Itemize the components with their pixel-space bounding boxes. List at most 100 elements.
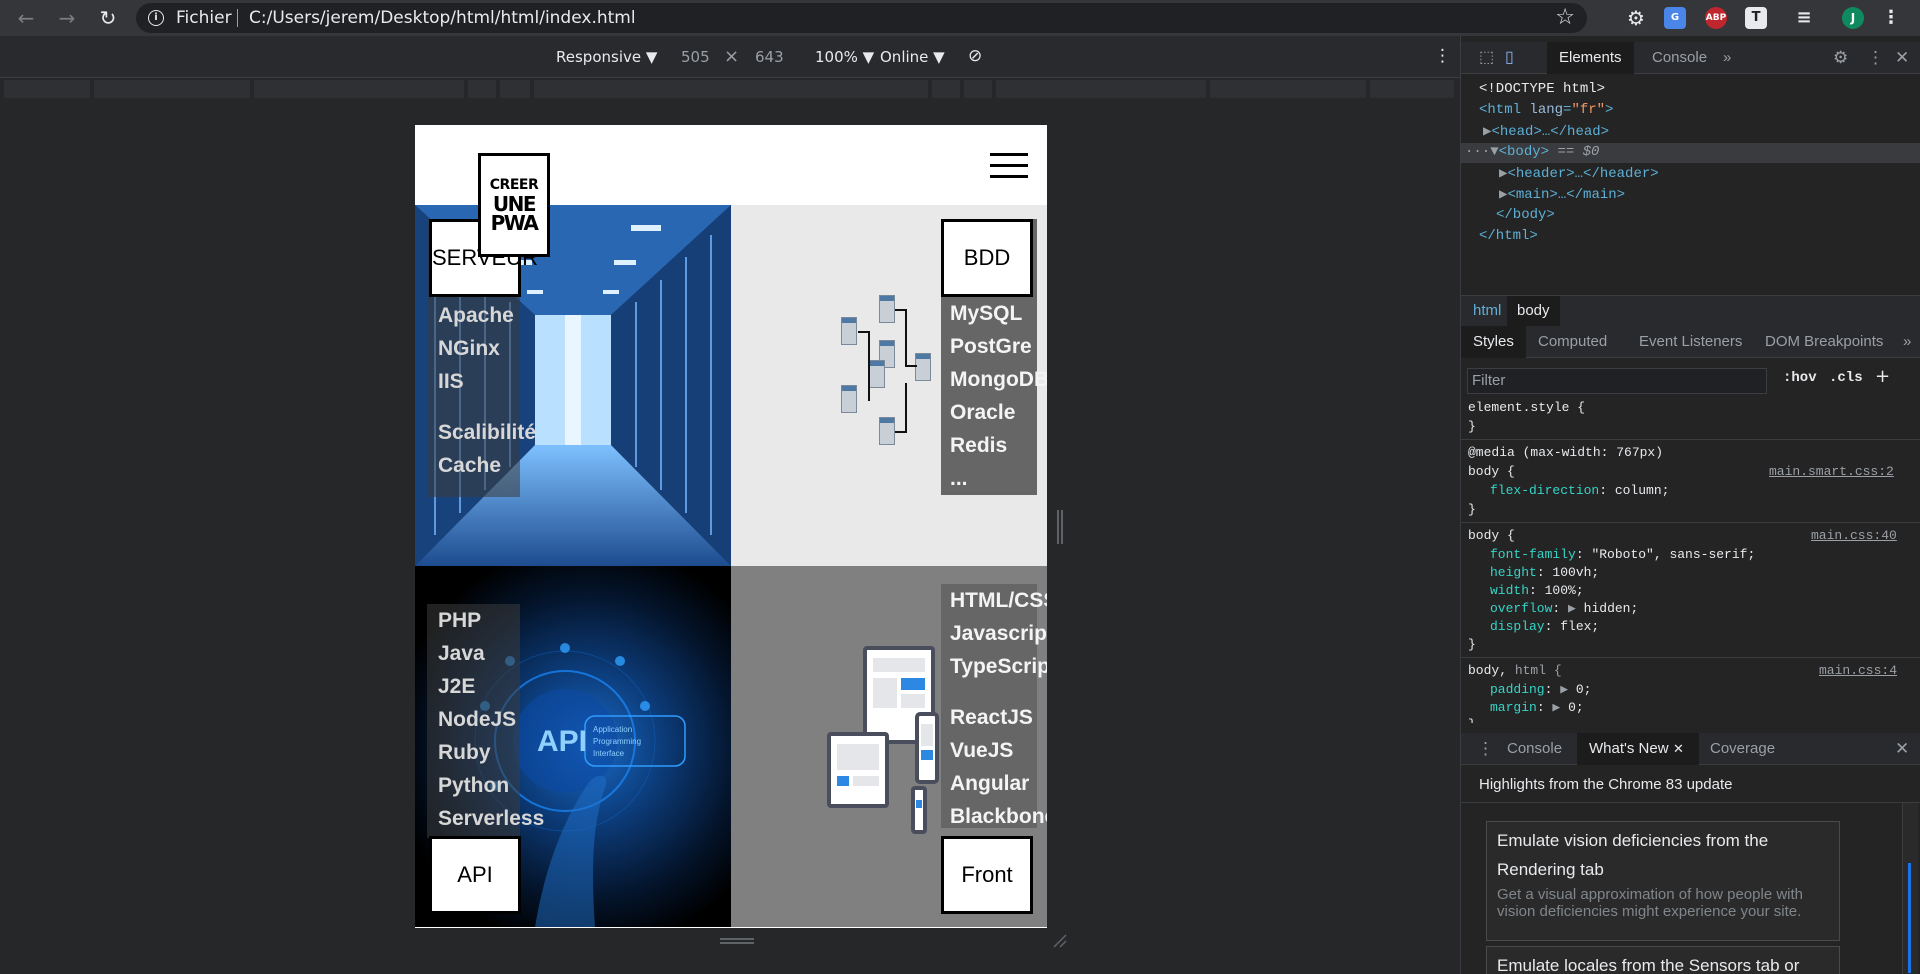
list-item: HTML/CSS [950,589,1047,612]
site-logo[interactable]: CREER UNE PWA [478,153,550,257]
source-link[interactable]: main.css:40 [1811,528,1897,543]
network-select[interactable]: Online ▼ [880,48,945,66]
card-title: Emulate vision deficiencies from the Ren… [1497,831,1769,879]
list-item: Oracle [950,401,1016,424]
device-select[interactable]: Responsive ▼ [556,48,657,66]
close-whats-new-icon[interactable]: ✕ [1661,733,1696,765]
css-declaration[interactable]: margin: ▶ 0; [1490,700,1584,715]
logo-line-3: PWA [490,211,539,235]
adblock-extension-icon[interactable]: ABP [1705,7,1727,29]
css-declaration[interactable]: font-family: "Roboto", sans-serif; [1490,547,1755,562]
device-toolbar-toggle-icon[interactable]: ▯ [1493,42,1526,74]
dom-body-close[interactable]: </body> [1496,207,1555,223]
text-extension-icon[interactable]: T [1745,7,1767,29]
height-input[interactable]: 643 [755,48,784,66]
rule-close-brace: } [1468,419,1476,434]
css-declaration[interactable]: overflow: ▶ hidden; [1490,601,1638,616]
dom-header[interactable]: ▶<header>…</header> [1499,165,1659,182]
forward-icon[interactable]: → [55,6,79,30]
device-toolbar-menu-icon[interactable]: ⋮ [1434,46,1451,66]
drawer-tab-console[interactable]: Console [1495,733,1574,765]
site-info-icon[interactable]: i [148,10,164,26]
css-declaration[interactable]: display: flex; [1490,619,1599,634]
reload-icon[interactable]: ↻ [96,6,120,30]
tab-dom-breakpoints[interactable]: DOM Breakpoints [1753,326,1895,358]
whats-new-card[interactable]: Emulate locales from the Sensors tab or [1486,946,1840,974]
drawer-tabs: ⋮ Console What's New ✕ Coverage ✕ [1461,733,1920,765]
media-query-bar[interactable] [0,78,1460,100]
devtools-close-icon[interactable]: ✕ [1883,42,1920,74]
hov-toggle[interactable]: :hov [1783,370,1817,386]
rule-element-style[interactable]: element.style { [1468,400,1585,415]
tab-styles[interactable]: Styles [1461,326,1526,358]
more-tabs-icon[interactable]: » [1711,42,1743,74]
resize-handle-right[interactable] [1057,510,1063,544]
dom-body[interactable]: ···▼<body> == $0 [1465,144,1599,160]
list-item: NGinx [438,337,500,360]
url-text[interactable]: C:/Users/jerem/Desktop/html/html/index.h… [249,8,636,28]
dom-main[interactable]: ▶<main>…</main> [1499,186,1625,203]
whats-new-card[interactable]: Emulate vision deficiencies from the Ren… [1486,821,1840,941]
dom-html-close[interactable]: </html> [1479,228,1538,244]
address-bar[interactable]: i Fichier C:/Users/jerem/Desktop/html/ht… [136,3,1587,33]
tab-console[interactable]: Console [1640,42,1719,74]
whats-new-title: Highlights from the Chrome 83 update [1479,776,1733,793]
new-rule-icon[interactable]: + [1875,366,1890,387]
drawer-tab-coverage[interactable]: Coverage [1698,733,1787,765]
svg-text:Interface: Interface [593,749,625,758]
rule-body-selector[interactable]: body { [1468,464,1515,479]
styles-filter-input[interactable]: Filter [1467,368,1767,394]
bookmark-star-icon[interactable]: ☆ [1555,5,1575,30]
list-item: NodeJS [438,708,517,731]
source-link[interactable]: main.css:4 [1819,663,1897,678]
list-item: Python [438,774,510,797]
translate-extension-icon[interactable]: G [1664,7,1686,29]
browser-toolbar: ← → ↻ i Fichier C:/Users/jerem/Desktop/h… [0,0,1920,36]
devtools-main-tabs: ⬚ ▯ Elements Console » ⚙ ⋮ ✕ [1461,42,1920,74]
dom-doctype[interactable]: <!DOCTYPE html> [1479,81,1605,97]
svg-text:Application: Application [593,725,632,734]
api-label[interactable]: API [429,836,521,914]
section-api[interactable]: API Application Programming Interface PH… [415,566,731,927]
hamburger-menu-icon[interactable] [990,153,1028,179]
drawer-scrollbar[interactable] [1902,803,1918,974]
width-input[interactable]: 505 [681,48,710,66]
media-queue-icon[interactable]: ≡ [1793,7,1815,29]
css-declaration[interactable]: width: 100%; [1490,583,1584,598]
dimension-times: × [724,46,740,67]
dom-head[interactable]: ▶<head>…</head> [1483,123,1609,140]
cls-toggle[interactable]: .cls [1829,370,1863,386]
drawer-close-icon[interactable]: ✕ [1883,733,1920,765]
css-declaration[interactable]: padding: ▶ 0; [1490,682,1591,697]
more-style-tabs-icon[interactable]: » [1891,326,1920,358]
svg-text:Programming: Programming [593,737,641,746]
section-bdd[interactable]: MySQL PostGre MongoDB Oracle Redis ... B… [731,205,1047,566]
tab-computed[interactable]: Computed [1526,326,1619,358]
section-serveur[interactable]: Apache NGinx IIS Scalibilité Cache SERVE… [415,205,731,566]
source-link[interactable]: main.smart.css:2 [1769,464,1894,479]
profile-avatar[interactable]: J [1842,7,1864,29]
bdd-label[interactable]: BDD [941,219,1033,297]
tab-elements[interactable]: Elements [1547,42,1634,74]
rule-body-selector[interactable]: body { [1468,528,1515,543]
back-icon[interactable]: ← [14,6,38,30]
section-front[interactable]: HTML/CSS Javascript TypeScript ReactJS V… [731,566,1047,927]
list-item: J2E [438,675,476,698]
list-item: TypeScript [950,655,1047,678]
settings-gear-icon[interactable]: ⚙ [1625,7,1647,29]
rotate-icon[interactable]: ⊘ [968,46,982,66]
css-declaration[interactable]: height: 100vh; [1490,565,1599,580]
devices-illustration-image [827,646,947,836]
rule-body-html-selector[interactable]: body, html { [1468,663,1562,678]
tab-event-listeners[interactable]: Event Listeners [1627,326,1754,358]
resize-handle-bottom[interactable] [720,938,754,944]
css-declaration[interactable]: flex-direction: column; [1490,483,1669,498]
front-label[interactable]: Front [941,836,1033,914]
breadcrumb-body[interactable]: body [1507,296,1560,326]
breadcrumb-html[interactable]: html [1473,302,1501,319]
dom-html[interactable]: <html lang="fr"> [1479,102,1613,118]
zoom-select[interactable]: 100% ▼ [815,48,874,66]
list-item: Cache [438,454,502,477]
browser-menu-icon[interactable]: ⋮ [1880,7,1902,29]
resize-handle-corner[interactable] [1052,933,1068,949]
